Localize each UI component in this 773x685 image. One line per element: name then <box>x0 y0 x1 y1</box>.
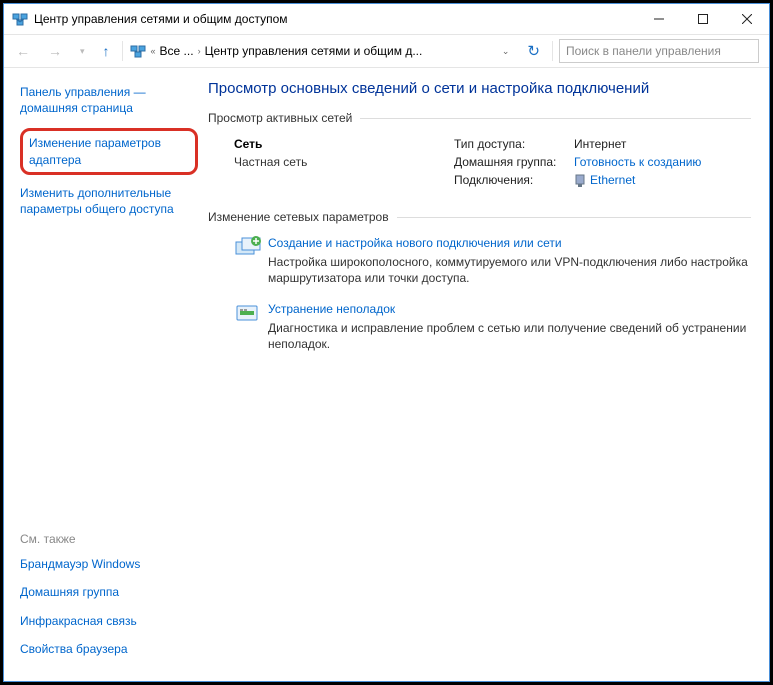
crumb-all[interactable]: Все ... <box>160 44 194 58</box>
crumb-current[interactable]: Центр управления сетями и общим д... <box>205 44 423 58</box>
access-type-label: Тип доступа: <box>454 137 574 151</box>
task-new-connection: Создание и настройка нового подключения … <box>234 236 751 286</box>
homegroup-link[interactable]: Готовность к созданию <box>574 155 701 169</box>
app-icon <box>12 11 28 27</box>
chevron-icon: « <box>151 46 156 56</box>
forward-button: → <box>42 43 68 59</box>
chevron-icon: › <box>198 46 201 56</box>
new-connection-icon <box>234 236 268 286</box>
ethernet-icon <box>574 174 586 188</box>
new-connection-link[interactable]: Создание и настройка нового подключения … <box>268 236 562 250</box>
window-title: Центр управления сетями и общим доступом <box>34 12 637 26</box>
page-title: Просмотр основных сведений о сети и наст… <box>208 80 751 97</box>
access-type-value: Интернет <box>574 137 626 151</box>
titlebar: Центр управления сетями и общим доступом <box>4 4 769 34</box>
troubleshoot-icon <box>234 302 268 352</box>
sidebar-sharing-settings-link[interactable]: Изменить дополнительные параметры общего… <box>20 185 198 217</box>
sidebar-home-link[interactable]: Панель управления — домашняя страница <box>20 84 198 116</box>
separator <box>552 41 553 61</box>
seealso-infrared-link[interactable]: Инфракрасная связь <box>20 613 198 629</box>
refresh-button[interactable]: ↻ <box>521 42 546 60</box>
minimize-button[interactable] <box>637 4 681 34</box>
search-placeholder: Поиск в панели управления <box>566 44 721 58</box>
address-dropdown[interactable]: ⌄ <box>496 46 516 57</box>
sidebar-adapter-settings-link[interactable]: Изменение параметров адаптера <box>20 128 198 174</box>
active-networks-heading: Просмотр активных сетей <box>208 111 751 125</box>
separator <box>122 41 123 61</box>
maximize-button[interactable] <box>681 4 725 34</box>
ethernet-link[interactable]: Ethernet <box>590 173 635 187</box>
network-center-icon <box>129 42 147 60</box>
toolbar: ← → ▾ ↑ « Все ... › Центр управления сет… <box>4 34 769 68</box>
change-settings-heading: Изменение сетевых параметров <box>208 210 751 224</box>
see-also-heading: См. также <box>20 532 198 546</box>
connections-label: Подключения: <box>454 173 574 188</box>
network-type: Частная сеть <box>234 155 454 169</box>
sidebar: Панель управления — домашняя страница Из… <box>4 68 204 681</box>
seealso-homegroup-link[interactable]: Домашняя группа <box>20 584 198 600</box>
back-button[interactable]: ← <box>10 43 36 59</box>
task-troubleshoot: Устранение неполадок Диагностика и испра… <box>234 302 751 352</box>
homegroup-label: Домашняя группа: <box>454 155 574 169</box>
seealso-inetopts-link[interactable]: Свойства браузера <box>20 641 198 657</box>
close-button[interactable] <box>725 4 769 34</box>
content-area: Просмотр основных сведений о сети и наст… <box>204 68 769 681</box>
search-input[interactable]: Поиск в панели управления <box>559 39 759 63</box>
recent-dropdown[interactable]: ▾ <box>74 46 91 57</box>
network-name: Сеть <box>234 137 454 151</box>
breadcrumb[interactable]: « Все ... › Центр управления сетями и об… <box>129 42 490 60</box>
active-network-row: Сеть Частная сеть Тип доступа: Интернет … <box>234 137 751 192</box>
seealso-firewall-link[interactable]: Брандмауэр Windows <box>20 556 198 572</box>
up-button[interactable]: ↑ <box>97 43 116 59</box>
troubleshoot-desc: Диагностика и исправление проблем с сеть… <box>268 320 751 352</box>
troubleshoot-link[interactable]: Устранение неполадок <box>268 302 395 316</box>
network-center-window: Центр управления сетями и общим доступом… <box>3 3 770 682</box>
new-connection-desc: Настройка широкополосного, коммутируемог… <box>268 254 751 286</box>
